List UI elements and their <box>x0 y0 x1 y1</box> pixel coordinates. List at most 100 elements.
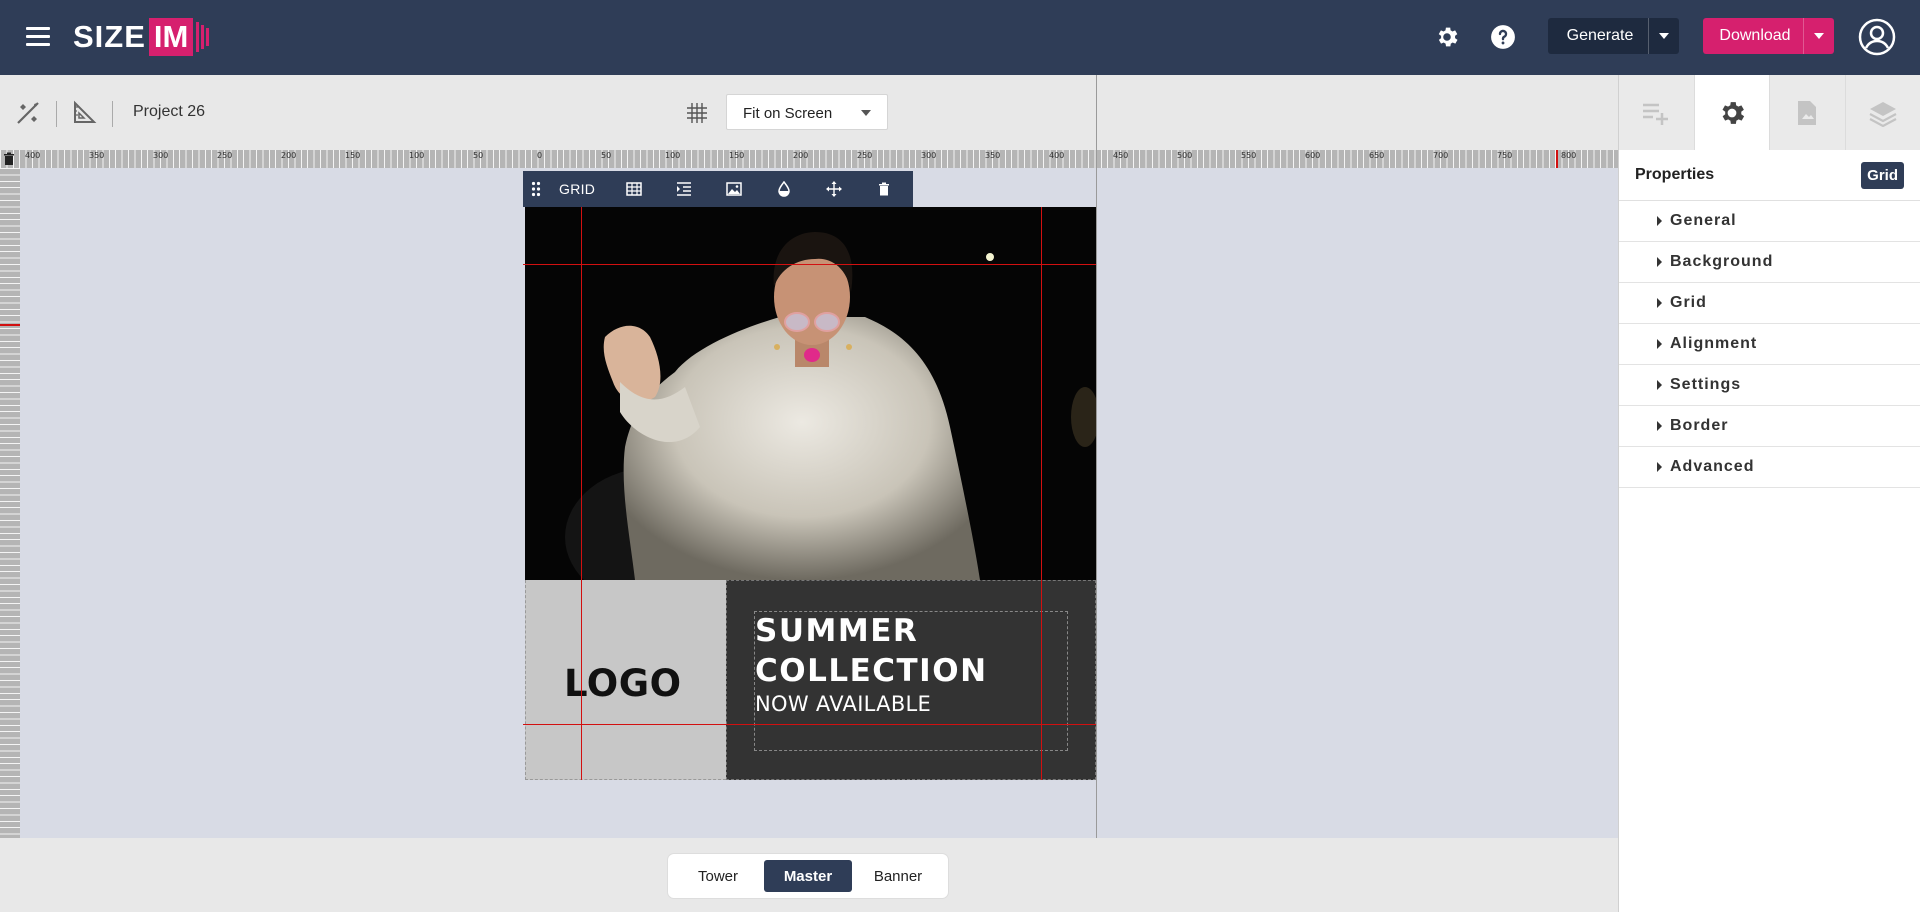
brand-bars-icon <box>194 18 210 56</box>
layers-icon[interactable] <box>1846 75 1920 150</box>
tab-banner[interactable]: Banner <box>852 860 944 892</box>
caret-right-icon <box>1657 257 1662 267</box>
brand-logo[interactable]: SIZE IM <box>73 18 210 56</box>
section-advanced[interactable]: Advanced <box>1619 447 1920 488</box>
format-tabs: Tower Master Banner <box>668 854 948 898</box>
canvas-boundary-line <box>1096 75 1097 838</box>
section-label: Background <box>1670 253 1774 270</box>
ruler-tick-label: 550 <box>1241 151 1257 160</box>
ruler-tick-label: 300 <box>921 151 937 160</box>
ruler-tick-label: 700 <box>1433 151 1449 160</box>
ruler-triangle-icon[interactable] <box>70 99 98 127</box>
ruler-tick-label: 800 <box>1561 151 1577 160</box>
zoom-select-value: Fit on Screen <box>743 105 833 122</box>
left-ruler <box>0 168 20 838</box>
ruler-tick-label: 600 <box>1305 151 1321 160</box>
brand-name-part2: IM <box>148 18 194 56</box>
top-ruler: 400 350 300 250 200 150 100 50 0 50 100 150 200 250 30… <box>0 150 1618 168</box>
ruler-tick-label: 200 <box>281 151 297 160</box>
opacity-drop-icon[interactable] <box>759 171 809 207</box>
generate-button[interactable]: Generate <box>1548 18 1679 54</box>
hero-photo[interactable] <box>525 207 1096 580</box>
ruler-tick-label: 250 <box>217 151 233 160</box>
image-icon[interactable] <box>709 171 759 207</box>
caret-right-icon <box>1657 421 1662 431</box>
caret-right-icon <box>1657 339 1662 349</box>
headline-line-1: SUMMER <box>755 613 919 649</box>
ruler-tick-label: 0 <box>537 151 543 160</box>
ruler-tick-label: 350 <box>89 151 105 160</box>
chevron-down-icon <box>1814 33 1824 39</box>
horizontal-guide[interactable] <box>523 724 1096 725</box>
download-dropdown-toggle[interactable] <box>1803 18 1834 54</box>
menu-icon[interactable] <box>26 27 50 47</box>
gear-icon[interactable] <box>1434 24 1460 50</box>
ruler-tick-label: 450 <box>1113 151 1129 160</box>
section-border[interactable]: Border <box>1619 406 1920 447</box>
move-icon[interactable] <box>809 171 859 207</box>
grid-element-toolbar: GRID <box>523 171 913 207</box>
vertical-guide[interactable] <box>1041 207 1042 780</box>
help-icon[interactable] <box>1490 24 1516 50</box>
chevron-down-icon <box>1659 33 1669 39</box>
generate-dropdown-toggle[interactable] <box>1648 18 1679 54</box>
toolbar-divider <box>56 101 57 127</box>
trash-icon[interactable] <box>2 152 16 166</box>
properties-panel: Properties Grid General Background Grid … <box>1618 75 1920 912</box>
download-button[interactable]: Download <box>1703 18 1834 54</box>
user-account-icon[interactable] <box>1858 18 1896 56</box>
toolbar-divider <box>112 101 113 127</box>
ruler-tick-label: 650 <box>1369 151 1385 160</box>
vertical-guide[interactable] <box>581 207 582 780</box>
indent-icon[interactable] <box>659 171 709 207</box>
trash-icon[interactable] <box>859 171 909 207</box>
ruler-tick-label: 200 <box>793 151 809 160</box>
download-button-label[interactable]: Download <box>1703 18 1803 54</box>
banner-artboard[interactable]: LOGO SUMMER COLLECTION NOW AVAILABLE <box>525 207 1096 780</box>
properties-header: Properties Grid <box>1619 150 1920 201</box>
editor-toolbar: Project 26 Fit on Screen <box>0 75 1618 151</box>
ruler-tick-label: 250 <box>857 151 873 160</box>
top-app-bar: SIZE IM Generate Download <box>0 0 1920 75</box>
tab-tower[interactable]: Tower <box>672 860 764 892</box>
zoom-select[interactable]: Fit on Screen <box>726 94 888 130</box>
magic-tools-icon[interactable] <box>14 99 42 127</box>
ruler-tick-label: 500 <box>1177 151 1193 160</box>
section-settings[interactable]: Settings <box>1619 365 1920 406</box>
section-label: Alignment <box>1670 335 1758 352</box>
ruler-guide-marker <box>0 324 20 326</box>
logo-cell[interactable]: LOGO <box>525 580 726 780</box>
section-general[interactable]: General <box>1619 201 1920 242</box>
section-grid[interactable]: Grid <box>1619 283 1920 324</box>
section-alignment[interactable]: Alignment <box>1619 324 1920 365</box>
headline-text-box[interactable]: SUMMER COLLECTION NOW AVAILABLE <box>754 611 1068 751</box>
grid-toggle-icon[interactable] <box>685 101 709 125</box>
caret-right-icon <box>1657 380 1662 390</box>
drag-handle-icon[interactable] <box>523 171 549 207</box>
banner-subline[interactable]: NOW AVAILABLE <box>755 692 931 716</box>
ruler-tick-label: 100 <box>665 151 681 160</box>
gear-icon[interactable] <box>1694 75 1770 150</box>
caret-right-icon <box>1657 216 1662 226</box>
section-label: General <box>1670 212 1737 229</box>
project-name[interactable]: Project 26 <box>133 103 205 121</box>
table-icon[interactable] <box>609 171 659 207</box>
ruler-tick-label: 750 <box>1497 151 1513 160</box>
brand-name-part1: SIZE <box>73 19 146 54</box>
chevron-down-icon <box>861 110 871 116</box>
add-row-icon[interactable] <box>1619 75 1695 150</box>
properties-title: Properties <box>1635 166 1715 183</box>
caret-right-icon <box>1657 462 1662 472</box>
tab-master[interactable]: Master <box>764 860 852 892</box>
section-label: Settings <box>1670 376 1742 393</box>
document-image-icon[interactable] <box>1770 75 1846 150</box>
ruler-tick-label: 300 <box>153 151 169 160</box>
section-label: Grid <box>1670 294 1707 311</box>
banner-headline[interactable]: SUMMER COLLECTION <box>755 611 1075 691</box>
grid-toolbar-label: GRID <box>559 181 596 197</box>
generate-button-label[interactable]: Generate <box>1548 18 1648 54</box>
section-label: Border <box>1670 417 1729 434</box>
section-background[interactable]: Background <box>1619 242 1920 283</box>
horizontal-guide[interactable] <box>523 264 1096 265</box>
ruler-tick-label: 50 <box>473 151 484 160</box>
